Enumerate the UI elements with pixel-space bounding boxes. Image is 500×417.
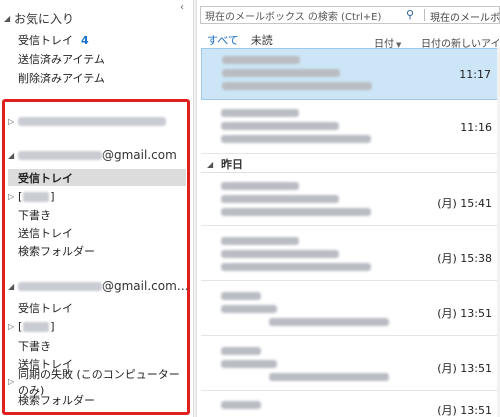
group-header-yesterday[interactable]: ◢ 昨日 (201, 156, 500, 173)
search-input[interactable]: 現在のメールボックス の検索 (Ctrl+E) (201, 8, 381, 23)
folder-label: 検索フォルダー (18, 393, 95, 407)
expanded-triangle-icon[interactable]: ◢ (207, 160, 217, 169)
redacted-subject (221, 122, 339, 130)
expanded-triangle-icon[interactable]: ◢ (4, 14, 14, 23)
collapse-pane-button[interactable]: ‹ (176, 2, 188, 14)
message-item[interactable]: (月) 15:38 (201, 229, 500, 281)
redacted-sender (221, 182, 299, 190)
message-time: 11:16 (460, 121, 492, 134)
favorite-inbox[interactable]: 受信トレイ 4 (18, 32, 89, 48)
folder-label-prefix: [ (18, 320, 23, 333)
message-item[interactable]: 11:17 (201, 48, 500, 100)
folder-label: 下書き (18, 339, 51, 353)
collapsed-triangle-icon[interactable]: ▷ (8, 117, 18, 126)
message-time: (月) 13:51 (437, 307, 492, 320)
favorites-title: お気に入り (14, 11, 75, 26)
favorite-label: 送信済みアイテム (18, 53, 105, 66)
redacted-sender (221, 347, 261, 355)
redacted-email-user (18, 281, 102, 291)
expanded-triangle-icon[interactable]: ◢ (8, 282, 18, 291)
message-item[interactable]: (月) 13:51 (201, 339, 500, 391)
redacted-subject (222, 69, 340, 77)
account-header-outlook[interactable]: ▷ (8, 113, 166, 129)
folder-label: 受信トレイ (18, 171, 73, 185)
folder-pane: ‹ ◢ お気に入り 受信トレイ 4 送信済みアイテム 削除済みアイテム ▷ ◢ … (0, 0, 193, 417)
message-item[interactable]: (月) 13:51 (201, 284, 500, 336)
account-header-gmail-2[interactable]: ◢ @gmail.com… (8, 278, 189, 294)
folder-inbox[interactable]: 受信トレイ (18, 299, 186, 316)
account-domain: @gmail.com… (102, 279, 189, 293)
expanded-triangle-icon[interactable]: ◢ (8, 151, 18, 160)
favorites-header[interactable]: ◢ お気に入り (4, 10, 74, 26)
collapsed-triangle-icon[interactable]: ▷ (8, 377, 14, 386)
redacted-subject (221, 250, 339, 258)
folder-label: 受信トレイ (18, 301, 73, 315)
folder-label-suffix: ] (50, 190, 55, 203)
redacted-folder-name (23, 191, 50, 202)
account-header-gmail-1[interactable]: ◢ @gmail.com (8, 147, 177, 163)
favorite-label: 削除済みアイテム (18, 72, 105, 85)
folder-label-prefix: [ (18, 190, 23, 203)
message-time: (月) 15:41 (437, 197, 492, 210)
redacted-email-user (18, 150, 102, 160)
redacted-sender (222, 56, 300, 64)
filter-unread-button[interactable]: 未読 (251, 32, 273, 48)
redacted-folder-name (23, 321, 50, 332)
favorite-label: 受信トレイ (18, 34, 73, 47)
message-time: 11:17 (459, 68, 491, 81)
collapsed-triangle-icon[interactable]: ▷ (8, 192, 14, 201)
redacted-sender (221, 237, 299, 245)
redacted-preview (221, 135, 371, 143)
message-item[interactable]: 11:16 (201, 102, 500, 154)
message-time: (月) 13:51 (437, 362, 492, 375)
message-list-pane: 現在のメールボックス の検索 (Ctrl+E) ⚲ 現在のメールボッ すべて 未… (197, 0, 500, 417)
account-domain: @gmail.com (102, 148, 177, 162)
search-scope-dropdown[interactable]: 現在のメールボッ (430, 9, 500, 24)
redacted-subject (221, 195, 339, 203)
redacted-sender (221, 292, 261, 300)
folder-label-suffix: ] (50, 320, 55, 333)
folder-label: 検索フォルダー (18, 244, 95, 258)
folder-label: 下書き (18, 208, 51, 222)
folder-drafts[interactable]: 下書き (18, 337, 186, 354)
filter-all-button[interactable]: すべて (207, 32, 239, 48)
folder-inbox[interactable]: 受信トレイ (8, 169, 186, 186)
redacted-preview (269, 373, 389, 381)
message-time: (月) 13:51 (437, 404, 492, 417)
folder-outbox[interactable]: 送信トレイ (18, 224, 186, 241)
collapsed-triangle-icon[interactable]: ▷ (8, 322, 14, 331)
redacted-email (18, 116, 166, 126)
folder-gmail[interactable]: ▷ [ ] (8, 318, 186, 335)
group-label: 昨日 (221, 158, 243, 171)
folder-drafts[interactable]: 下書き (18, 206, 186, 223)
favorite-sent-items[interactable]: 送信済みアイテム (18, 51, 105, 67)
folder-label: 送信トレイ (18, 226, 73, 240)
message-time: (月) 15:38 (437, 252, 492, 265)
filter-bar: すべて 未読 (207, 32, 273, 48)
redacted-subject (221, 360, 277, 368)
folder-search-folders[interactable]: 検索フォルダー (18, 391, 186, 408)
redacted-subject (221, 305, 277, 313)
unread-count-badge: 4 (81, 33, 89, 47)
message-item[interactable]: (月) 13:51 (201, 394, 500, 417)
folder-gmail[interactable]: ▷ [ ] (8, 188, 186, 205)
redacted-preview (222, 82, 372, 90)
redacted-preview (269, 318, 389, 326)
search-icon[interactable]: ⚲ (406, 8, 414, 21)
search-box[interactable]: 現在のメールボックス の検索 (Ctrl+E) ⚲ 現在のメールボッ (200, 6, 500, 24)
redacted-sender (221, 109, 299, 117)
message-item[interactable]: (月) 15:41 (201, 174, 500, 226)
search-divider (424, 9, 425, 21)
folder-search-folders[interactable]: 検索フォルダー (18, 242, 186, 259)
redacted-preview (221, 208, 371, 216)
redacted-sender (221, 401, 261, 409)
favorite-deleted-items[interactable]: 削除済みアイテム (18, 70, 105, 86)
redacted-preview (221, 263, 371, 271)
folder-sync-issues[interactable]: ▷ 同期の失敗 (このコンピューターのみ) (8, 368, 186, 397)
